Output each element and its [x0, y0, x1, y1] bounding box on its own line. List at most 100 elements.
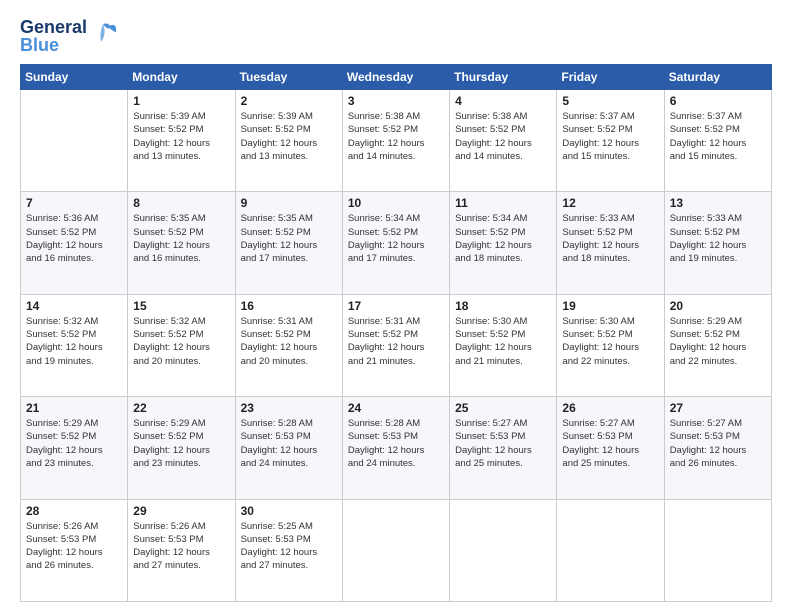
day-number: 20: [670, 299, 766, 313]
day-number: 10: [348, 196, 444, 210]
day-number: 28: [26, 504, 122, 518]
weekday-header-thursday: Thursday: [450, 65, 557, 90]
calendar-day-cell: 7 Sunrise: 5:36 AMSunset: 5:52 PMDaylight…: [21, 192, 128, 294]
calendar-day-cell: 25 Sunrise: 5:27 AMSunset: 5:53 PMDayligh…: [450, 397, 557, 499]
calendar-week-row: 28 Sunrise: 5:26 AMSunset: 5:53 PMDayligh…: [21, 499, 772, 601]
day-number: 7: [26, 196, 122, 210]
day-number: 2: [241, 94, 337, 108]
day-info: Sunrise: 5:35 AMSunset: 5:52 PMDaylight:…: [133, 212, 229, 265]
calendar-day-cell: 29 Sunrise: 5:26 AMSunset: 5:53 PMDayligh…: [128, 499, 235, 601]
calendar-day-cell: [450, 499, 557, 601]
calendar-day-cell: 18Sunrise: 5:30 AMSunset: 5:52 PMDayligh…: [450, 294, 557, 396]
calendar-page: General Blue SundayMondayTuesdayWednesda…: [0, 0, 792, 612]
day-info: Sunrise: 5:30 AMSunset: 5:52 PMDaylight:…: [562, 315, 658, 368]
day-number: 5: [562, 94, 658, 108]
calendar-day-cell: 12 Sunrise: 5:33 AMSunset: 5:52 PMDayligh…: [557, 192, 664, 294]
day-number: 6: [670, 94, 766, 108]
day-number: 14: [26, 299, 122, 313]
day-number: 25: [455, 401, 551, 415]
calendar-week-row: 1 Sunrise: 5:39 AMSunset: 5:52 PMDaylight…: [21, 90, 772, 192]
logo-general: General: [20, 18, 87, 36]
day-number: 26: [562, 401, 658, 415]
day-info: Sunrise: 5:32 AMSunset: 5:52 PMDaylight:…: [26, 315, 122, 368]
calendar-day-cell: [664, 499, 771, 601]
day-number: 27: [670, 401, 766, 415]
day-info: Sunrise: 5:39 AMSunset: 5:52 PMDaylight:…: [133, 110, 229, 163]
day-info: Sunrise: 5:27 AMSunset: 5:53 PMDaylight:…: [670, 417, 766, 470]
calendar-week-row: 14 Sunrise: 5:32 AMSunset: 5:52 PMDayligh…: [21, 294, 772, 396]
logo: General Blue: [20, 18, 117, 54]
calendar-day-cell: 2 Sunrise: 5:39 AMSunset: 5:52 PMDaylight…: [235, 90, 342, 192]
day-number: 19: [562, 299, 658, 313]
calendar-day-cell: 23Sunrise: 5:28 AMSunset: 5:53 PMDayligh…: [235, 397, 342, 499]
day-info: Sunrise: 5:38 AMSunset: 5:52 PMDaylight:…: [455, 110, 551, 163]
calendar-day-cell: 10 Sunrise: 5:34 AMSunset: 5:52 PMDayligh…: [342, 192, 449, 294]
day-number: 29: [133, 504, 229, 518]
day-number: 15: [133, 299, 229, 313]
calendar-day-cell: 19 Sunrise: 5:30 AMSunset: 5:52 PMDayligh…: [557, 294, 664, 396]
day-number: 17: [348, 299, 444, 313]
calendar-day-cell: 5Sunrise: 5:37 AMSunset: 5:52 PMDaylight…: [557, 90, 664, 192]
calendar-day-cell: 14 Sunrise: 5:32 AMSunset: 5:52 PMDayligh…: [21, 294, 128, 396]
day-info: Sunrise: 5:37 AMSunset: 5:52 PMDaylight:…: [670, 110, 766, 163]
calendar-day-cell: 30 Sunrise: 5:25 AMSunset: 5:53 PMDayligh…: [235, 499, 342, 601]
weekday-header-monday: Monday: [128, 65, 235, 90]
calendar-day-cell: [21, 90, 128, 192]
day-info: Sunrise: 5:27 AMSunset: 5:53 PMDaylight:…: [455, 417, 551, 470]
day-number: 13: [670, 196, 766, 210]
weekday-header-wednesday: Wednesday: [342, 65, 449, 90]
calendar-day-cell: 16 Sunrise: 5:31 AMSunset: 5:52 PMDayligh…: [235, 294, 342, 396]
logo-bird: [89, 20, 117, 52]
logo-blue: Blue: [20, 36, 87, 54]
day-info: Sunrise: 5:25 AMSunset: 5:53 PMDaylight:…: [241, 520, 337, 573]
calendar-day-cell: [557, 499, 664, 601]
day-number: 9: [241, 196, 337, 210]
day-number: 22: [133, 401, 229, 415]
day-number: 24: [348, 401, 444, 415]
day-info: Sunrise: 5:32 AMSunset: 5:52 PMDaylight:…: [133, 315, 229, 368]
day-number: 3: [348, 94, 444, 108]
calendar-day-cell: 26 Sunrise: 5:27 AMSunset: 5:53 PMDayligh…: [557, 397, 664, 499]
day-info: Sunrise: 5:29 AMSunset: 5:52 PMDaylight:…: [670, 315, 766, 368]
day-number: 1: [133, 94, 229, 108]
day-info: Sunrise: 5:33 AMSunset: 5:52 PMDaylight:…: [670, 212, 766, 265]
weekday-header-saturday: Saturday: [664, 65, 771, 90]
day-info: Sunrise: 5:39 AMSunset: 5:52 PMDaylight:…: [241, 110, 337, 163]
day-number: 12: [562, 196, 658, 210]
day-info: Sunrise: 5:34 AMSunset: 5:52 PMDaylight:…: [455, 212, 551, 265]
calendar-day-cell: 15 Sunrise: 5:32 AMSunset: 5:52 PMDayligh…: [128, 294, 235, 396]
calendar-table: SundayMondayTuesdayWednesdayThursdayFrid…: [20, 64, 772, 602]
day-info: Sunrise: 5:34 AMSunset: 5:52 PMDaylight:…: [348, 212, 444, 265]
calendar-day-cell: 27 Sunrise: 5:27 AMSunset: 5:53 PMDayligh…: [664, 397, 771, 499]
calendar-day-cell: 4 Sunrise: 5:38 AMSunset: 5:52 PMDaylight…: [450, 90, 557, 192]
day-info: Sunrise: 5:35 AMSunset: 5:52 PMDaylight:…: [241, 212, 337, 265]
day-number: 21: [26, 401, 122, 415]
day-info: Sunrise: 5:29 AMSunset: 5:52 PMDaylight:…: [133, 417, 229, 470]
weekday-header-sunday: Sunday: [21, 65, 128, 90]
header: General Blue: [20, 18, 772, 54]
day-number: 30: [241, 504, 337, 518]
day-number: 23: [241, 401, 337, 415]
day-info: Sunrise: 5:33 AMSunset: 5:52 PMDaylight:…: [562, 212, 658, 265]
day-number: 4: [455, 94, 551, 108]
day-info: Sunrise: 5:36 AMSunset: 5:52 PMDaylight:…: [26, 212, 122, 265]
day-info: Sunrise: 5:26 AMSunset: 5:53 PMDaylight:…: [26, 520, 122, 573]
day-number: 11: [455, 196, 551, 210]
calendar-day-cell: 28 Sunrise: 5:26 AMSunset: 5:53 PMDayligh…: [21, 499, 128, 601]
calendar-day-cell: 8Sunrise: 5:35 AMSunset: 5:52 PMDaylight…: [128, 192, 235, 294]
weekday-header-tuesday: Tuesday: [235, 65, 342, 90]
day-info: Sunrise: 5:38 AMSunset: 5:52 PMDaylight:…: [348, 110, 444, 163]
day-info: Sunrise: 5:31 AMSunset: 5:52 PMDaylight:…: [241, 315, 337, 368]
calendar-day-cell: 21Sunrise: 5:29 AMSunset: 5:52 PMDayligh…: [21, 397, 128, 499]
calendar-day-cell: 22 Sunrise: 5:29 AMSunset: 5:52 PMDayligh…: [128, 397, 235, 499]
calendar-day-cell: 17Sunrise: 5:31 AMSunset: 5:52 PMDayligh…: [342, 294, 449, 396]
calendar-day-cell: 6 Sunrise: 5:37 AMSunset: 5:52 PMDaylight…: [664, 90, 771, 192]
day-number: 16: [241, 299, 337, 313]
day-info: Sunrise: 5:27 AMSunset: 5:53 PMDaylight:…: [562, 417, 658, 470]
calendar-day-cell: 9 Sunrise: 5:35 AMSunset: 5:52 PMDaylight…: [235, 192, 342, 294]
day-info: Sunrise: 5:30 AMSunset: 5:52 PMDaylight:…: [455, 315, 551, 368]
day-info: Sunrise: 5:28 AMSunset: 5:53 PMDaylight:…: [348, 417, 444, 470]
calendar-day-cell: 20 Sunrise: 5:29 AMSunset: 5:52 PMDayligh…: [664, 294, 771, 396]
day-info: Sunrise: 5:26 AMSunset: 5:53 PMDaylight:…: [133, 520, 229, 573]
calendar-day-cell: 11 Sunrise: 5:34 AMSunset: 5:52 PMDayligh…: [450, 192, 557, 294]
